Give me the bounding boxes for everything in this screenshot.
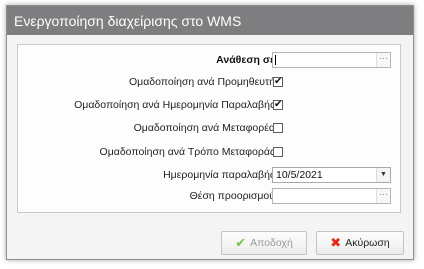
dialog-title: Ενεργοποίηση διαχείρισης στο WMS (14, 12, 242, 29)
text-caret (275, 55, 276, 65)
receipt-date-field[interactable]: 10/5/2021 ▼ (272, 167, 391, 183)
group-supplier-checkbox[interactable]: ✔ (273, 77, 283, 87)
destination-label: Θέση προορισμού (189, 190, 275, 202)
cancel-button[interactable]: ✖ Ακύρωση (316, 231, 404, 255)
accept-button-label: Αποδοχή (250, 237, 293, 249)
accept-button[interactable]: ✔ Αποδοχή (221, 231, 307, 255)
group-transport-mode-checkbox[interactable] (273, 147, 283, 157)
x-icon: ✖ (330, 235, 342, 250)
assign-to-field[interactable]: ··· (272, 52, 391, 68)
group-carrier-label: Ομαδοποίηση ανά Μεταφορέα (133, 122, 275, 134)
destination-browse-button[interactable]: ··· (376, 189, 390, 203)
check-icon: ✔ (235, 235, 247, 250)
cancel-button-label: Ακύρωση (345, 237, 390, 249)
wms-dialog: Ενεργοποίηση διαχείρισης στο WMS Ανάθεση… (6, 5, 414, 260)
assign-to-label: Ανάθεση σε (216, 54, 275, 66)
receipt-date-value: 10/5/2021 (276, 169, 323, 181)
dialog-titlebar: Ενεργοποίηση διαχείρισης στο WMS (7, 6, 413, 35)
group-carrier-checkbox[interactable] (273, 123, 283, 133)
destination-field[interactable]: ··· (272, 188, 391, 204)
chevron-down-icon[interactable]: ▼ (376, 168, 390, 182)
form-panel: Ανάθεση σε ··· Ομαδοποίηση ανά Προμηθευτ… (17, 44, 401, 213)
group-receipt-date-label: Ομαδοποίηση ανά Ημερομηνία Παραλαβής (74, 99, 275, 111)
group-receipt-date-checkbox[interactable]: ✔ (273, 100, 283, 110)
group-transport-mode-label: Ομαδοποίηση ανά Τρόπο Μεταφοράς (99, 146, 275, 158)
receipt-date-label: Ημερομηνία παραλαβής (163, 169, 275, 181)
assign-to-browse-button[interactable]: ··· (376, 53, 390, 67)
group-supplier-label: Ομαδοποίηση ανά Προμηθευτή (128, 76, 275, 88)
